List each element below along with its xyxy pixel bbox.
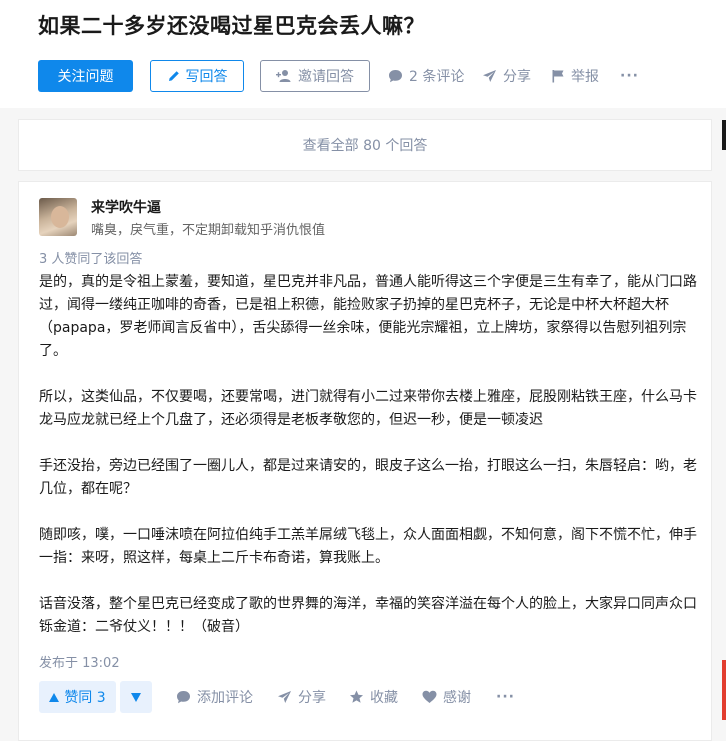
answer-card: 来学吹牛逼 嘴臭，戾气重，不定期卸载知乎消仇恨值 3 人赞同了该回答 是的，真的… (18, 181, 712, 741)
question-header: 如果二十多岁还没喝过星巴克会丢人嘛？ 关注问题 写回答 邀请回答 2 条评论 分… (0, 0, 726, 108)
share-plane-icon (482, 69, 497, 83)
heart-icon (422, 690, 437, 704)
comment-bubble-icon (388, 69, 403, 83)
answer-paragraph: 是的，真的是令祖上蒙羞，要知道，星巴克并非凡品，普通人能听得这三个字便是三生有幸… (39, 274, 697, 359)
vote-count-text[interactable]: 3 人赞同了该回答 (39, 248, 142, 267)
report-button[interactable]: 举报 (551, 60, 599, 92)
side-edge-dark (722, 120, 726, 150)
star-icon (349, 690, 364, 704)
share-question-button[interactable]: 分享 (482, 60, 531, 92)
write-answer-label: 写回答 (185, 69, 228, 85)
report-label: 举报 (571, 69, 599, 85)
invite-answer-button[interactable]: 邀请回答 (260, 60, 370, 92)
downvote-button[interactable] (120, 681, 152, 713)
triangle-down-icon (131, 692, 141, 702)
author-avatar[interactable] (39, 198, 77, 236)
side-edge-red (722, 660, 726, 720)
view-all-answers-button[interactable]: 查看全部 80 个回答 (18, 119, 712, 171)
posted-time[interactable]: 发布于 13:02 (39, 652, 120, 671)
follow-question-button[interactable]: 关注问题 (38, 60, 133, 92)
write-answer-button[interactable]: 写回答 (150, 60, 244, 92)
collect-button[interactable]: 收藏 (349, 681, 398, 713)
comments-button[interactable]: 2 条评论 (388, 60, 464, 92)
triangle-up-icon (49, 692, 60, 702)
share-answer-button[interactable]: 分享 (277, 681, 326, 713)
flag-icon (551, 69, 565, 83)
answer-more-button[interactable]: ··· (496, 681, 515, 713)
more-dots-icon: ··· (620, 68, 639, 84)
answer-paragraph: 所以，这类仙品，不仅要喝，还要常喝，进门就得有小二过来带你去楼上雅座，屁股刚粘铁… (39, 389, 697, 428)
share-answer-label: 分享 (298, 690, 326, 706)
author-name[interactable]: 来学吹牛逼 (91, 197, 161, 217)
comment-bubble-icon (176, 690, 191, 704)
author-headline: 嘴臭，戾气重，不定期卸载知乎消仇恨值 (91, 223, 326, 238)
invite-answer-label: 邀请回答 (298, 69, 354, 85)
upvote-label: 赞同 3 (64, 690, 106, 706)
comments-label: 2 条评论 (409, 69, 465, 85)
more-dots-icon: ··· (496, 689, 515, 705)
view-all-answers-label: 查看全部 80 个回答 (302, 138, 428, 154)
pencil-icon (167, 69, 181, 83)
collect-label: 收藏 (370, 690, 398, 706)
question-title: 如果二十多岁还没喝过星巴克会丢人嘛？ (38, 14, 425, 38)
answer-content: 是的，真的是令祖上蒙羞，要知道，星巴克并非凡品，普通人能听得这三个字便是三生有幸… (39, 271, 699, 662)
answer-paragraph: 随即咳，噗，一口唾沫喷在阿拉伯纯手工羔羊屌绒飞毯上，众人面面相觑，不知何意，阁下… (39, 527, 697, 566)
share-plane-icon (277, 690, 292, 704)
thanks-button[interactable]: 感谢 (422, 681, 471, 713)
thanks-label: 感谢 (443, 690, 471, 706)
more-options-button[interactable]: ··· (620, 60, 639, 92)
add-comment-label: 添加评论 (197, 690, 253, 706)
follow-question-label: 关注问题 (57, 69, 114, 85)
add-comment-button[interactable]: 添加评论 (176, 681, 253, 713)
answer-paragraph: 手还没抬，旁边已经围了一圈儿人，都是过来请安的，眼皮子这么一抬，打眼这么一扫，朱… (39, 458, 697, 497)
upvote-button[interactable]: 赞同 3 (39, 681, 116, 713)
answer-paragraph: 话音没落，整个星巴克已经变成了歌的世界舞的海洋，幸福的笑容洋溢在每个人的脸上，大… (39, 596, 697, 635)
share-question-label: 分享 (503, 69, 531, 85)
add-person-icon (276, 69, 292, 83)
